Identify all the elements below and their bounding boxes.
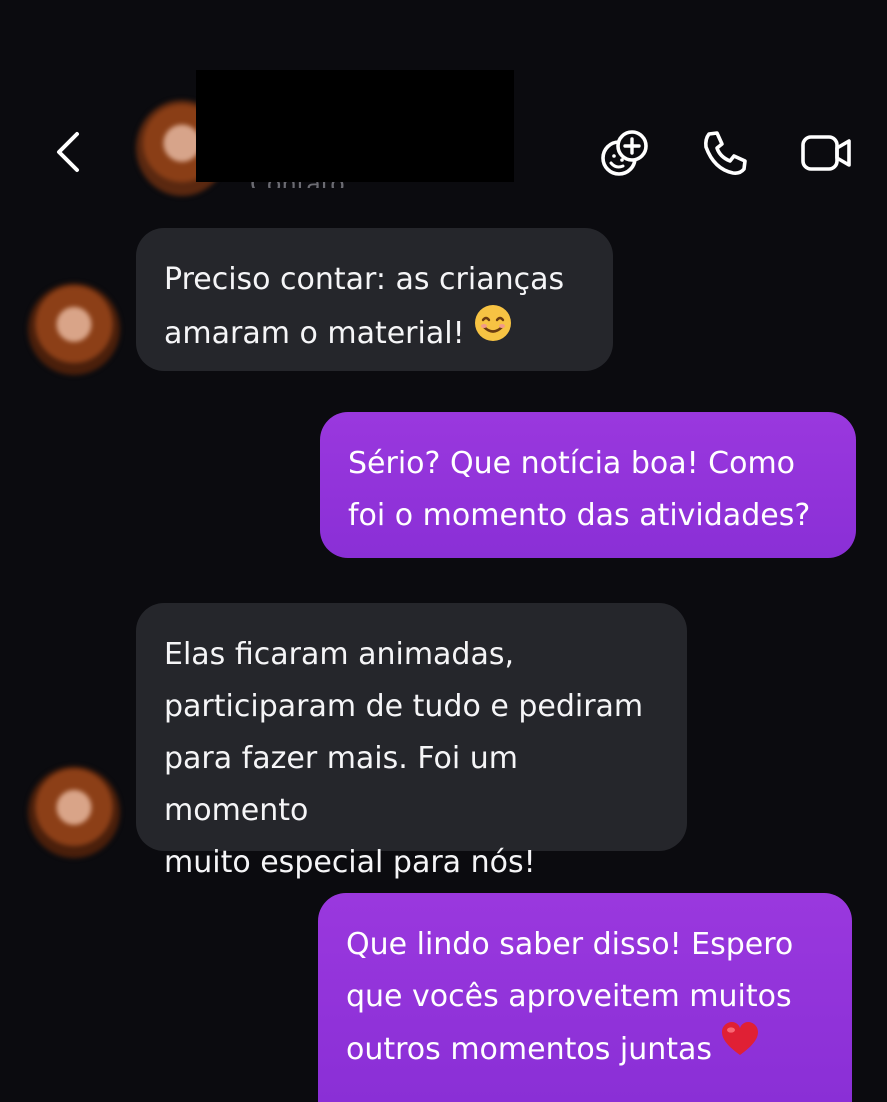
message-bubble-incoming[interactable]: Elas ficaram animadas, participaram de t…: [136, 603, 687, 880]
chat-screen: Contato Preciso contar: as crianças amar…: [0, 0, 887, 1102]
message-bubble-outgoing[interactable]: Que lindo saber disso! Espero que vocês …: [318, 893, 852, 1102]
contact-name-redacted: [196, 70, 514, 182]
video-call-button[interactable]: [798, 124, 856, 182]
red-heart-emoji: [720, 1020, 760, 1075]
message-text: Elas ficaram animadas, participaram de t…: [164, 637, 644, 880]
message-text: Sério? Que notícia boa! Como foi o momen…: [348, 446, 811, 533]
smiling-face-emoji: [473, 303, 513, 360]
add-sticker-button[interactable]: [596, 124, 654, 182]
chevron-left-icon: [57, 132, 79, 172]
video-camera-icon: [801, 135, 851, 171]
sender-avatar[interactable]: [28, 283, 120, 375]
back-button[interactable]: [44, 124, 92, 180]
add-sticker-icon: [601, 130, 648, 176]
message-bubble-outgoing[interactable]: Sério? Que notícia boa! Como foi o momen…: [320, 412, 856, 558]
sender-avatar[interactable]: [28, 766, 120, 858]
message-bubble-incoming[interactable]: Preciso contar: as crianças amaram o mat…: [136, 228, 613, 371]
phone-icon: [704, 131, 747, 175]
call-button[interactable]: [696, 124, 754, 182]
